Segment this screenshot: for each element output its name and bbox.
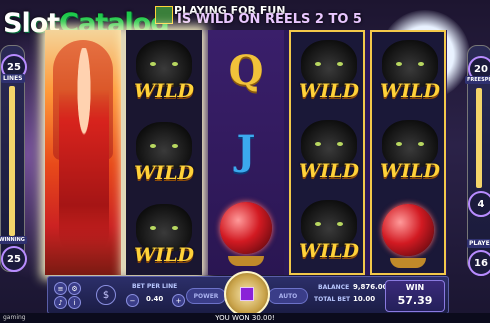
winning-value: 25 bbox=[1, 246, 27, 272]
reel-4: WILD WILD WILD bbox=[289, 30, 365, 275]
wild-label: WILD bbox=[379, 80, 441, 102]
power-button[interactable]: POWER bbox=[186, 288, 226, 304]
info-icon[interactable]: i bbox=[68, 296, 81, 309]
bet-per-line-label: BET PER LINE bbox=[132, 283, 178, 290]
played-value: 16 bbox=[468, 250, 490, 276]
bet-increase-button[interactable]: + bbox=[172, 294, 185, 307]
j-symbol: J bbox=[236, 126, 256, 174]
win-box: WIN 57.39 bbox=[385, 280, 445, 312]
red-orb-icon bbox=[220, 202, 272, 266]
wild-symbol: WILD bbox=[291, 112, 363, 192]
winning-label: WINNING bbox=[0, 236, 27, 244]
lines-bar bbox=[9, 86, 15, 236]
wild-symbol: WILD bbox=[291, 192, 363, 272]
coin-icon[interactable]: $ bbox=[96, 285, 116, 305]
reel-1 bbox=[45, 30, 121, 275]
lines-label: LINES bbox=[1, 74, 25, 83]
menu-icon[interactable]: ≡ bbox=[54, 282, 67, 295]
footer-bar: gaming YOU WON 30.00! bbox=[0, 313, 490, 323]
reel-2: WILD WILD WILD bbox=[126, 30, 202, 275]
wild-label: WILD bbox=[133, 162, 195, 184]
freespins-mid-value: 4 bbox=[468, 191, 490, 217]
reel-grid: WILD WILD WILD Q J WILD WILD WILD WILD W… bbox=[45, 30, 447, 275]
settings-icon[interactable]: ⚙ bbox=[68, 282, 81, 295]
stop-icon bbox=[240, 287, 254, 301]
fairy-symbol-icon bbox=[155, 6, 173, 24]
wild-label: WILD bbox=[379, 160, 441, 182]
reel-5: WILD WILD bbox=[370, 30, 446, 275]
wild-symbol: WILD bbox=[372, 32, 444, 112]
spin-button[interactable] bbox=[224, 271, 270, 317]
freespins-label: FREESPINS bbox=[465, 76, 490, 84]
balance-value: 9,876.00 bbox=[353, 283, 388, 291]
reel-3: Q J bbox=[208, 30, 284, 275]
right-side-panel: 20 FREESPINS 4 PLAYED 16 bbox=[465, 45, 490, 276]
auto-button[interactable]: AUTO bbox=[268, 288, 308, 304]
wild-label: WILD bbox=[133, 80, 195, 102]
total-bet-label: TOTAL BET bbox=[314, 296, 351, 303]
balance-label: BALANCE bbox=[318, 284, 350, 291]
fairy-symbol bbox=[59, 48, 109, 258]
banner-text: IS WILD ON REELS 2 TO 5 bbox=[177, 11, 362, 27]
wild-label: WILD bbox=[298, 160, 360, 182]
left-side-panel: 25 LINES WINNING 25 bbox=[0, 45, 27, 272]
win-label: WIN bbox=[405, 283, 425, 292]
bet-decrease-button[interactable]: − bbox=[126, 294, 139, 307]
wild-symbol: WILD bbox=[291, 32, 363, 112]
red-orb-icon bbox=[382, 204, 434, 268]
total-bet-value: 10.00 bbox=[353, 295, 376, 303]
freespins-bar bbox=[476, 88, 482, 188]
wild-symbol: WILD bbox=[126, 112, 202, 192]
q-symbol: Q bbox=[228, 46, 264, 94]
bet-per-line-value: 0.40 bbox=[146, 295, 164, 303]
wild-label: WILD bbox=[133, 244, 195, 266]
red-orb-symbol bbox=[208, 188, 284, 268]
you-won-message: YOU WON 30.00! bbox=[215, 314, 275, 322]
red-orb-symbol bbox=[372, 190, 444, 270]
wild-symbol: WILD bbox=[372, 112, 444, 192]
feature-banner: IS WILD ON REELS 2 TO 5 bbox=[155, 6, 362, 27]
played-label: PLAYED bbox=[467, 239, 490, 248]
sound-icon[interactable]: ♪ bbox=[54, 296, 67, 309]
win-value: 57.39 bbox=[397, 294, 433, 307]
wild-label: WILD bbox=[298, 240, 360, 262]
wild-label: WILD bbox=[298, 80, 360, 102]
wild-symbol: WILD bbox=[126, 30, 202, 110]
wild-symbol: WILD bbox=[126, 194, 202, 274]
